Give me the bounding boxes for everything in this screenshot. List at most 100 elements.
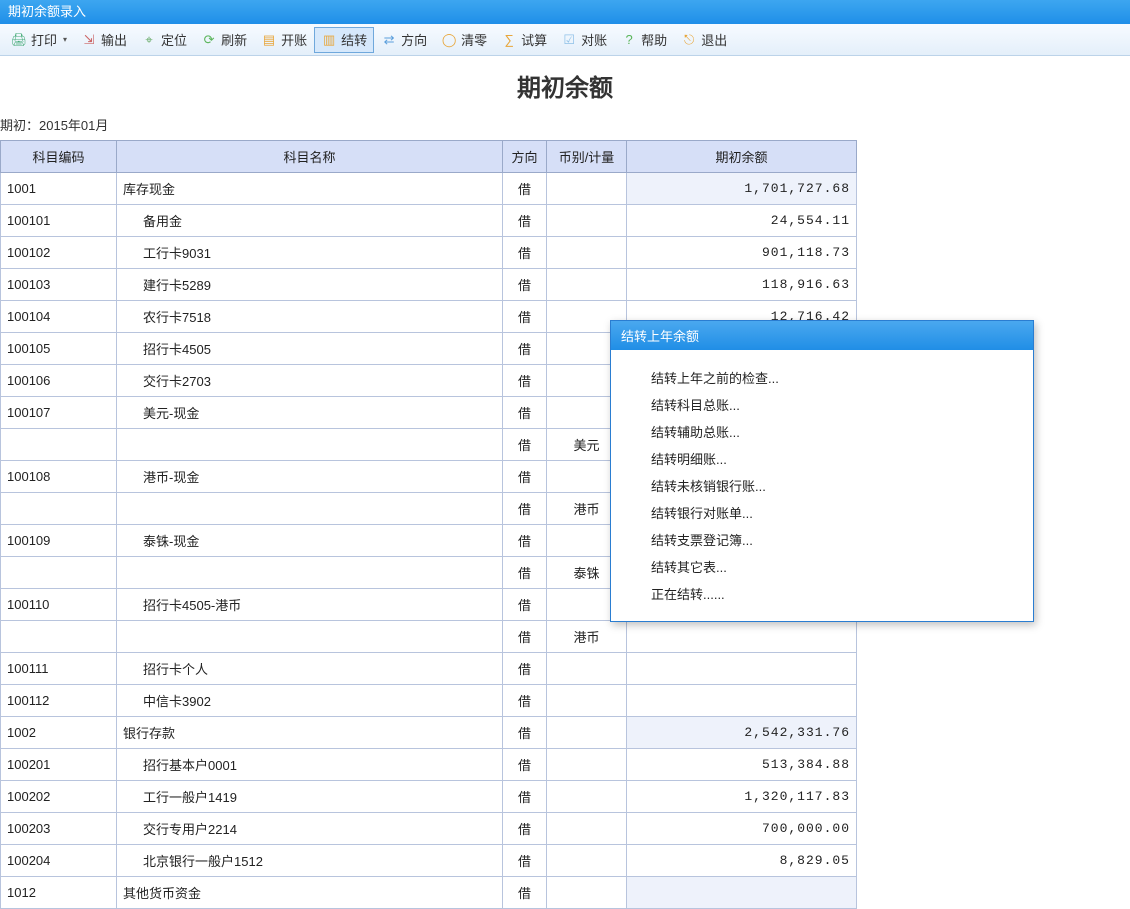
table-row[interactable]: 100112中信卡3902借 (1, 685, 857, 717)
cell-code[interactable]: 100111 (1, 653, 117, 685)
cell-currency[interactable] (547, 237, 627, 269)
locate-button[interactable]: ⌖ 定位 (134, 27, 194, 53)
cell-currency[interactable] (547, 685, 627, 717)
cell-code[interactable]: 100110 (1, 589, 117, 621)
direction-button[interactable]: ⇄ 方向 (374, 27, 434, 53)
cell-name[interactable]: 北京银行一般户1512 (117, 845, 503, 877)
exit-button[interactable]: ⎋ 退出 (674, 27, 734, 53)
cell-name[interactable]: 招行基本户0001 (117, 749, 503, 781)
cell-code[interactable]: 100201 (1, 749, 117, 781)
cell-direction[interactable]: 借 (503, 557, 547, 589)
cell-currency[interactable] (547, 653, 627, 685)
cell-code[interactable]: 100109 (1, 525, 117, 557)
cell-code[interactable] (1, 557, 117, 589)
cell-currency[interactable] (547, 845, 627, 877)
cell-direction[interactable]: 借 (503, 653, 547, 685)
cell-direction[interactable]: 借 (503, 749, 547, 781)
table-row[interactable]: 1012其他货币资金借 (1, 877, 857, 909)
col-currency[interactable]: 币别/计量 (547, 141, 627, 173)
table-row[interactable]: 100102工行卡9031借901,118.73 (1, 237, 857, 269)
table-row[interactable]: 100111招行卡个人借 (1, 653, 857, 685)
cell-name[interactable]: 交行专用户2214 (117, 813, 503, 845)
cell-code[interactable]: 1012 (1, 877, 117, 909)
cell-code[interactable]: 1002 (1, 717, 117, 749)
cell-direction[interactable]: 借 (503, 205, 547, 237)
table-row[interactable]: 100103建行卡5289借 118,916.63 (1, 269, 857, 301)
cell-name[interactable]: 农行卡7518 (117, 301, 503, 333)
cell-currency[interactable] (547, 877, 627, 909)
cell-name[interactable]: 建行卡5289 (117, 269, 503, 301)
cell-currency[interactable] (547, 205, 627, 237)
cell-name[interactable]: 招行卡4505-港币 (117, 589, 503, 621)
cell-balance[interactable] (627, 685, 857, 717)
cell-direction[interactable]: 借 (503, 365, 547, 397)
refresh-button[interactable]: ⟳ 刷新 (194, 27, 254, 53)
cell-balance[interactable] (627, 621, 857, 653)
cell-direction[interactable]: 借 (503, 781, 547, 813)
cell-code[interactable]: 100202 (1, 781, 117, 813)
cell-balance[interactable]: 1,320,117.83 (627, 781, 857, 813)
cell-code[interactable] (1, 429, 117, 461)
cell-balance[interactable] (627, 877, 857, 909)
cell-name[interactable]: 工行一般户1419 (117, 781, 503, 813)
cell-name[interactable]: 备用金 (117, 205, 503, 237)
cell-code[interactable]: 100105 (1, 333, 117, 365)
cell-code[interactable]: 100103 (1, 269, 117, 301)
trial-button[interactable]: ∑ 试算 (494, 27, 554, 53)
cell-name[interactable]: 招行卡4505 (117, 333, 503, 365)
table-row[interactable]: 1002银行存款借2,542,331.76 (1, 717, 857, 749)
cell-name[interactable]: 美元-现金 (117, 397, 503, 429)
cell-direction[interactable]: 借 (503, 429, 547, 461)
clear-button[interactable]: ◯ 清零 (434, 27, 494, 53)
col-name[interactable]: 科目名称 (117, 141, 503, 173)
cell-code[interactable]: 1001 (1, 173, 117, 205)
cell-balance[interactable]: 2,542,331.76 (627, 717, 857, 749)
reconcile-button[interactable]: ☑ 对账 (554, 27, 614, 53)
table-row[interactable]: 借港币 (1, 621, 857, 653)
cell-direction[interactable]: 借 (503, 685, 547, 717)
cell-name[interactable] (117, 493, 503, 525)
cell-currency[interactable]: 港币 (547, 621, 627, 653)
cell-direction[interactable]: 借 (503, 301, 547, 333)
cell-currency[interactable] (547, 813, 627, 845)
cell-direction[interactable]: 借 (503, 269, 547, 301)
cell-name[interactable]: 中信卡3902 (117, 685, 503, 717)
table-row[interactable]: 100202工行一般户1419借 1,320,117.83 (1, 781, 857, 813)
cell-currency[interactable] (547, 749, 627, 781)
cell-code[interactable]: 100104 (1, 301, 117, 333)
cell-direction[interactable]: 借 (503, 589, 547, 621)
cell-currency[interactable] (547, 717, 627, 749)
cell-balance[interactable]: 700,000.00 (627, 813, 857, 845)
carry-forward-button[interactable]: ▥ 结转 (314, 27, 374, 53)
cell-direction[interactable]: 借 (503, 813, 547, 845)
cell-balance[interactable]: 1,701,727.68 (627, 173, 857, 205)
cell-direction[interactable]: 借 (503, 397, 547, 429)
cell-code[interactable]: 100107 (1, 397, 117, 429)
cell-name[interactable]: 招行卡个人 (117, 653, 503, 685)
cell-name[interactable] (117, 429, 503, 461)
help-button[interactable]: ? 帮助 (614, 27, 674, 53)
cell-name[interactable] (117, 621, 503, 653)
cell-balance[interactable]: 901,118.73 (627, 237, 857, 269)
cell-direction[interactable]: 借 (503, 333, 547, 365)
cell-name[interactable]: 其他货币资金 (117, 877, 503, 909)
table-row[interactable]: 100201招行基本户0001借513,384.88 (1, 749, 857, 781)
cell-name[interactable]: 泰铢-现金 (117, 525, 503, 557)
cell-code[interactable] (1, 621, 117, 653)
cell-direction[interactable]: 借 (503, 525, 547, 557)
cell-direction[interactable]: 借 (503, 493, 547, 525)
table-row[interactable]: 100203交行专用户2214借 700,000.00 (1, 813, 857, 845)
table-row[interactable]: 1001库存现金借1,701,727.68 (1, 173, 857, 205)
open-account-button[interactable]: ▤ 开账 (254, 27, 314, 53)
cell-code[interactable]: 100108 (1, 461, 117, 493)
cell-code[interactable]: 100203 (1, 813, 117, 845)
cell-direction[interactable]: 借 (503, 845, 547, 877)
cell-code[interactable]: 100204 (1, 845, 117, 877)
cell-balance[interactable]: 118,916.63 (627, 269, 857, 301)
cell-code[interactable]: 100101 (1, 205, 117, 237)
cell-currency[interactable] (547, 269, 627, 301)
cell-currency[interactable] (547, 781, 627, 813)
cell-name[interactable]: 交行卡2703 (117, 365, 503, 397)
cell-code[interactable]: 100106 (1, 365, 117, 397)
cell-code[interactable]: 100102 (1, 237, 117, 269)
